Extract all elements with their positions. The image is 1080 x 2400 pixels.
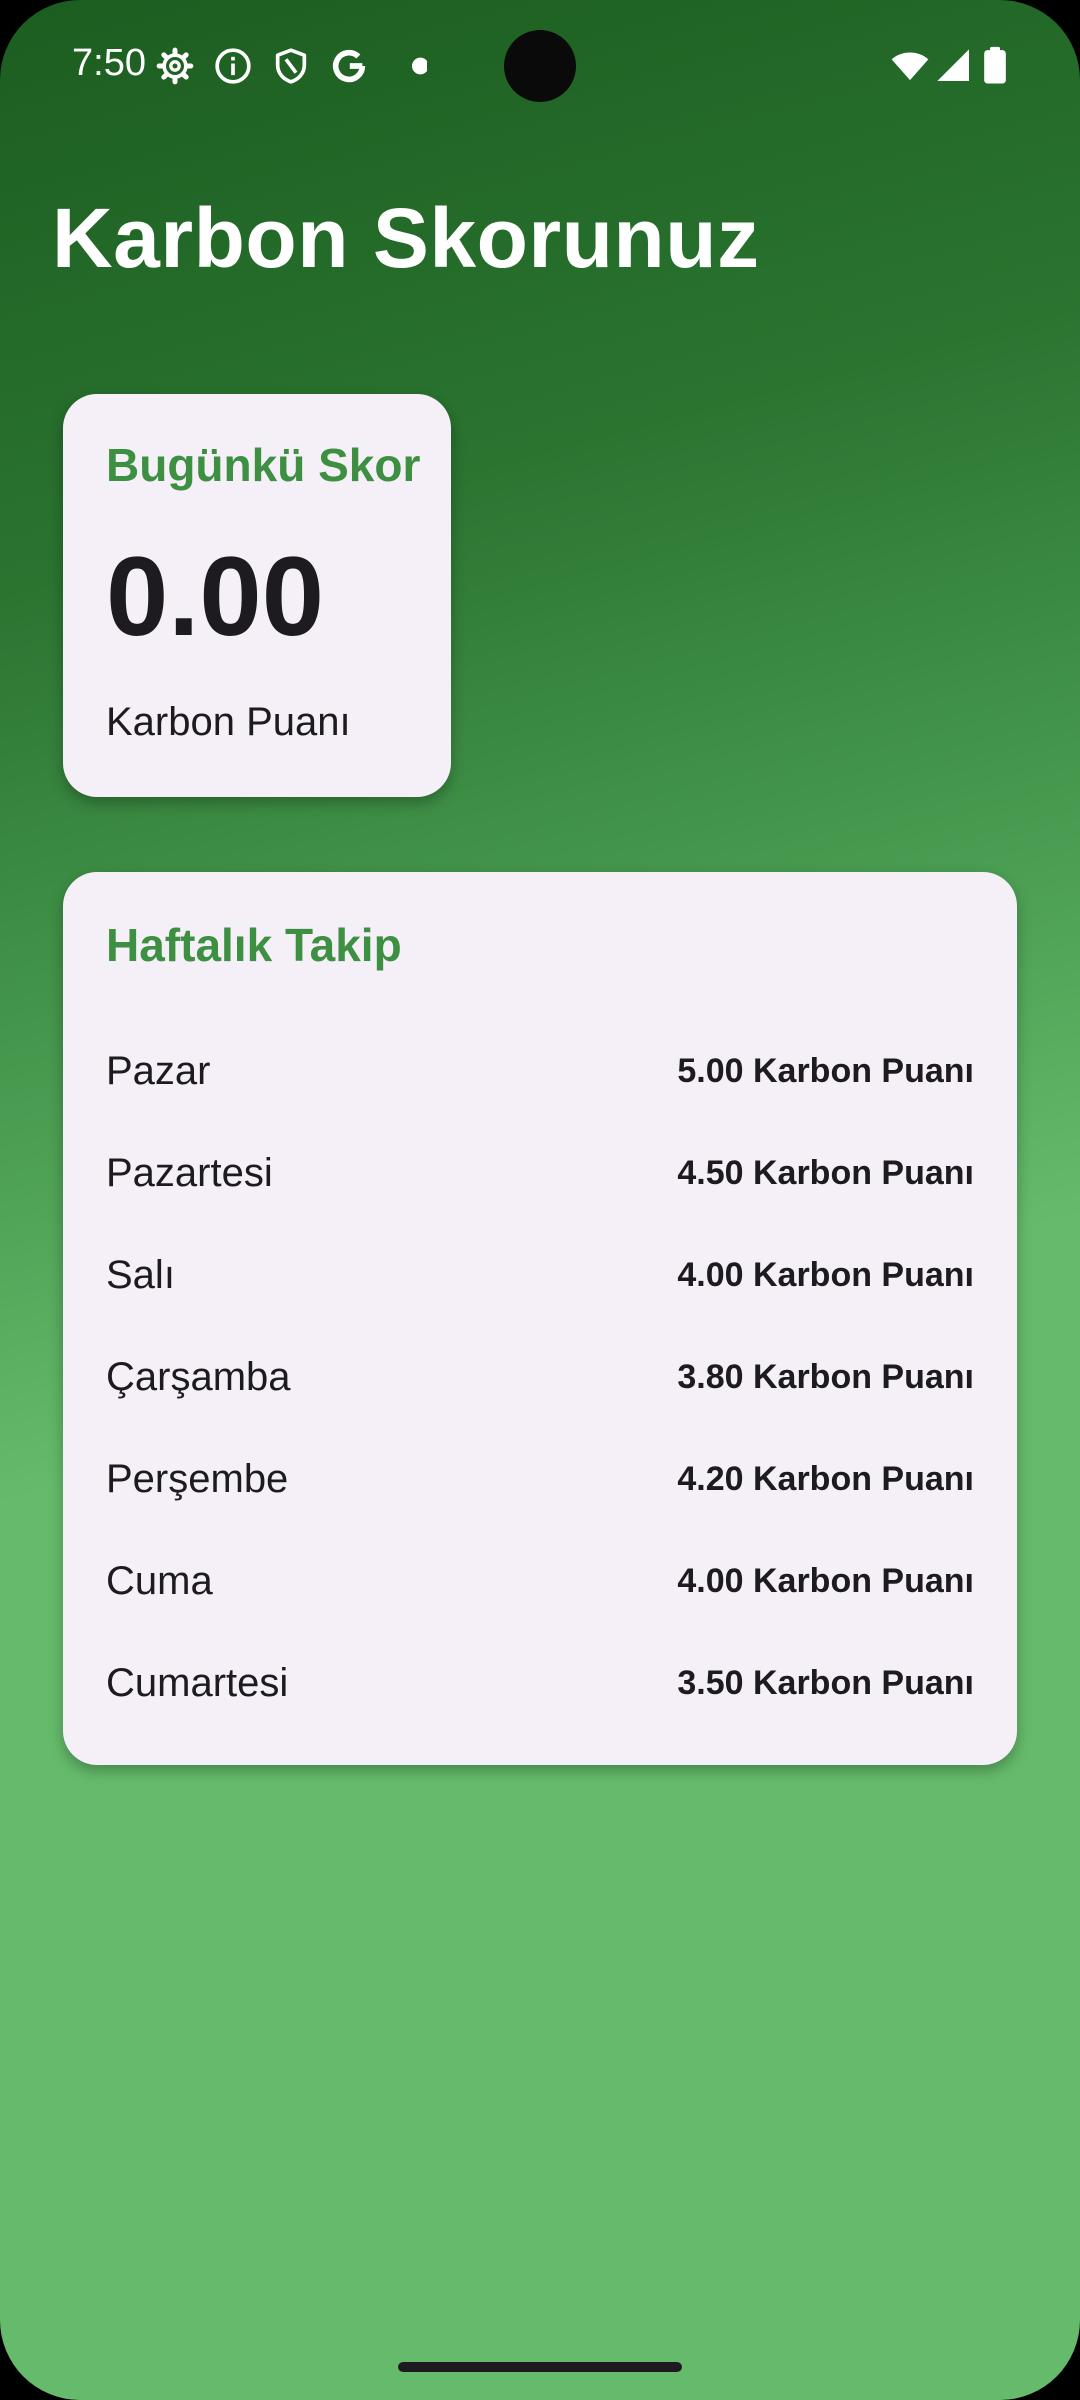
google-icon [332, 49, 366, 83]
notification-dot-icon [412, 57, 427, 75]
weekly-list: Pazar 5.00 Karbon Puanı Pazartesi 4.50 K… [106, 1020, 974, 1734]
weekly-tracking-heading: Haftalık Takip [106, 919, 402, 971]
settings-icon [156, 47, 194, 85]
day-name: Çarşamba [106, 1354, 291, 1399]
status-time: 7:50 [72, 42, 146, 84]
list-item: Pazartesi 4.50 Karbon Puanı [106, 1122, 974, 1224]
day-score: 4.00 Karbon Puanı [677, 1255, 974, 1294]
day-name: Salı [106, 1252, 175, 1297]
weekly-tracking-card: Haftalık Takip Pazar 5.00 Karbon Puanı P… [63, 872, 1017, 1765]
day-name: Pazartesi [106, 1150, 273, 1195]
today-score-unit: Karbon Puanı [106, 700, 351, 744]
today-score-value: 0.00 [106, 534, 324, 659]
day-name: Perşembe [106, 1456, 289, 1501]
status-bar: 7:50 [0, 0, 1080, 130]
day-name: Cumartesi [106, 1660, 289, 1705]
signal-icon [937, 49, 969, 81]
day-name: Cuma [106, 1558, 213, 1603]
shield-icon [275, 48, 307, 84]
home-indicator[interactable] [398, 2362, 682, 2372]
day-name: Pazar [106, 1048, 211, 1093]
list-item: Cuma 4.00 Karbon Puanı [106, 1530, 974, 1632]
list-item: Perşembe 4.20 Karbon Puanı [106, 1428, 974, 1530]
list-item: Pazar 5.00 Karbon Puanı [106, 1020, 974, 1122]
battery-icon [984, 46, 1006, 84]
day-score: 4.20 Karbon Puanı [677, 1459, 974, 1498]
day-score: 5.00 Karbon Puanı [677, 1051, 974, 1090]
day-score: 3.50 Karbon Puanı [677, 1663, 974, 1702]
page-title: Karbon Skorunuz [52, 191, 760, 285]
day-score: 4.00 Karbon Puanı [677, 1561, 974, 1600]
today-score-card: Bugünkü Skor 0.00 Karbon Puanı [63, 394, 451, 797]
list-item: Cumartesi 3.50 Karbon Puanı [106, 1632, 974, 1734]
list-item: Salı 4.00 Karbon Puanı [106, 1224, 974, 1326]
day-score: 4.50 Karbon Puanı [677, 1153, 974, 1192]
today-score-heading: Bugünkü Skor [106, 439, 421, 491]
wifi-icon [891, 52, 929, 81]
list-item: Çarşamba 3.80 Karbon Puanı [106, 1326, 974, 1428]
app-screen: 7:50 Karbon Skorunuz Bugünkü Skor 0.00 K… [0, 0, 1080, 2400]
day-score: 3.80 Karbon Puanı [677, 1357, 974, 1396]
front-camera [504, 30, 576, 102]
info-icon [215, 48, 251, 84]
